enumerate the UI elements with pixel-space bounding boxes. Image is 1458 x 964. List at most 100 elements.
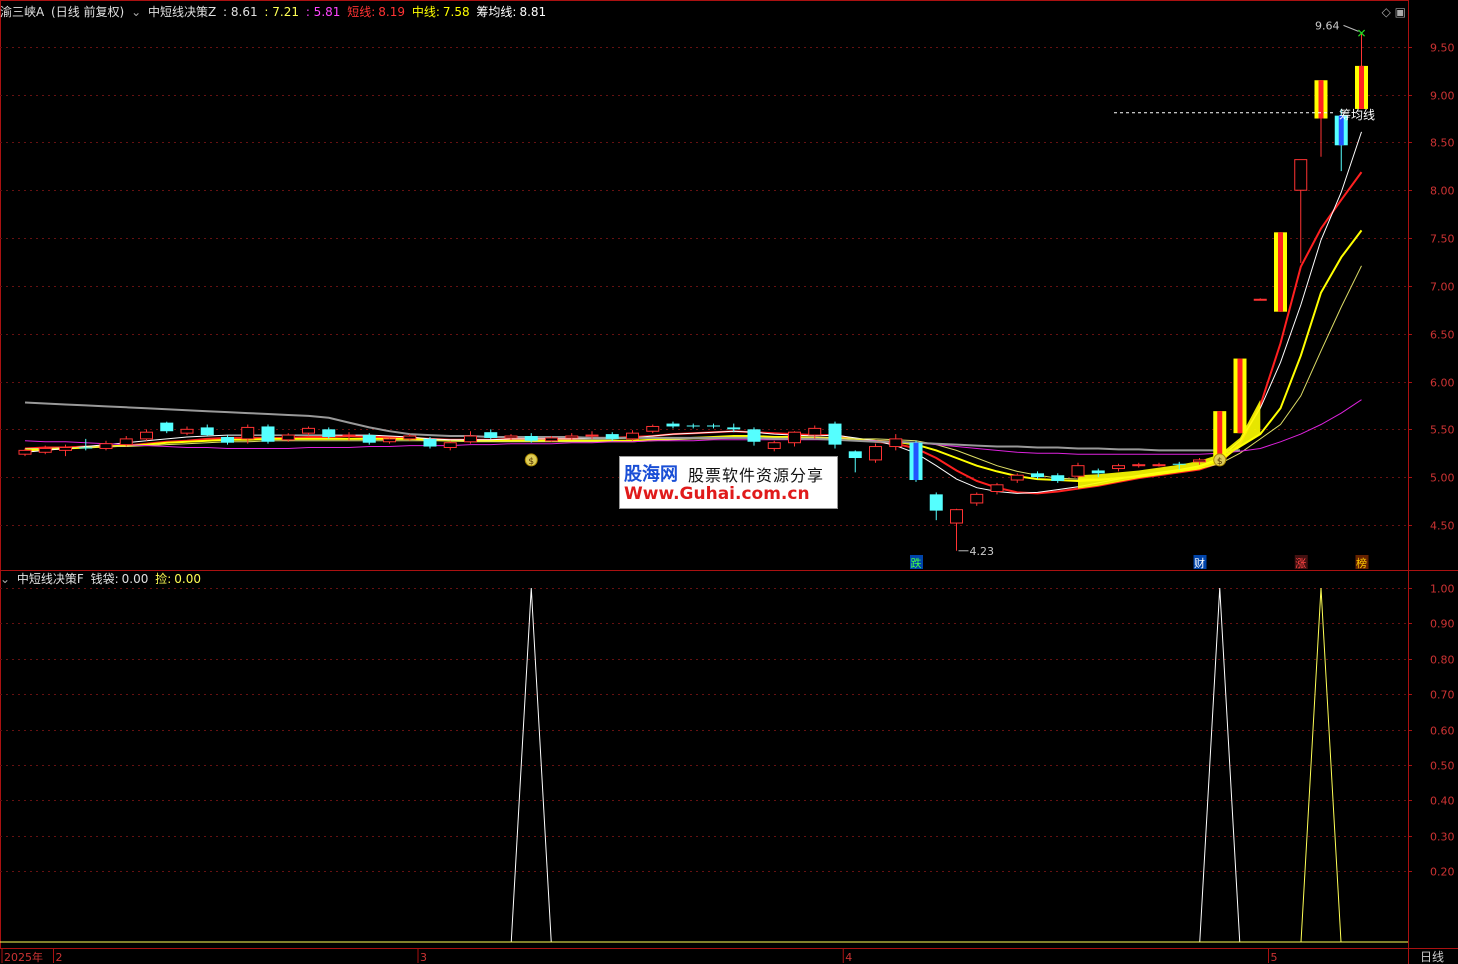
signal-marker: 涨 <box>1295 557 1306 570</box>
candle-body-down <box>1172 463 1186 465</box>
sub-y-tick-label: 0.70 <box>1430 689 1455 702</box>
candle-body-up <box>504 435 518 439</box>
pick-label: 捡: <box>155 572 172 586</box>
ma-line-0 <box>24 171 1363 495</box>
candle-body-down <box>747 429 761 442</box>
candle-body-down <box>1051 475 1065 481</box>
candle-body-up <box>18 449 32 455</box>
candle-body-down <box>828 423 842 445</box>
candle-body-up <box>99 443 113 449</box>
candle-body-up <box>808 427 822 436</box>
candle-body-up <box>1112 465 1125 470</box>
signal-marker: 跌 <box>911 556 922 570</box>
stock-title[interactable]: 渝三峡A <box>0 5 44 19</box>
ma-line-1 <box>24 229 1363 483</box>
candle-body-down <box>1031 473 1044 478</box>
candle-body-up <box>646 425 660 432</box>
candle-body-up <box>140 431 153 440</box>
cost-line-label: 筹均线: <box>476 5 517 19</box>
candle-body-up <box>889 438 903 448</box>
candle-body-up <box>788 431 801 444</box>
candle-body-up <box>767 442 781 449</box>
high-star-icon: ✕ <box>1356 26 1366 40</box>
watermark-tagline: 股票软件资源分享 <box>688 466 825 485</box>
candle-body-up <box>1193 459 1206 463</box>
signal-marker: 榜 <box>1356 556 1367 570</box>
candle-body-down <box>707 425 720 427</box>
trend-band <box>1078 399 1261 489</box>
candle-body-down <box>484 432 498 438</box>
candle-body-up <box>383 438 396 443</box>
candle-body-up <box>1010 474 1024 481</box>
candle-core <box>1217 411 1223 461</box>
sub-toggle-icon[interactable]: ⌄ <box>0 572 10 586</box>
value-1: : 8.61 <box>223 5 258 19</box>
candle-core <box>913 442 919 481</box>
candle-body-up <box>1071 465 1085 477</box>
signal-marker: 财 <box>1194 556 1205 570</box>
panel-control-icons[interactable]: ◇ ▣ <box>1382 5 1406 19</box>
x-tick-label: 2 <box>56 951 63 964</box>
candle-body-down <box>524 436 538 441</box>
money-bag-glyph: $ <box>528 457 534 467</box>
candle-body-up <box>869 446 882 461</box>
candle-body-down <box>160 422 174 432</box>
candle-body-up <box>38 447 52 453</box>
short-line-value: 8.19 <box>378 5 405 19</box>
y-tick-label: 7.00 <box>1430 281 1455 294</box>
candle-body-up <box>585 434 599 437</box>
cost-line-label: 筹均线 <box>1339 108 1375 122</box>
y-tick-label: 8.00 <box>1430 185 1455 198</box>
candle-body-down <box>423 438 437 447</box>
x-tick-label: 4 <box>845 951 852 964</box>
candle-body-up <box>626 432 639 440</box>
y-tick-label: 9.50 <box>1430 42 1455 55</box>
period-label: (日线 前复权) <box>51 5 125 19</box>
y-tick-label: 7.50 <box>1430 233 1455 246</box>
sub-y-tick-label: 0.50 <box>1430 760 1455 773</box>
ma-line-3 <box>25 265 1362 480</box>
sub-y-tick-label: 0.20 <box>1430 866 1455 879</box>
y-tick-label: 5.50 <box>1430 424 1455 437</box>
mid-line-label: 中线: <box>411 5 440 19</box>
candle-body-up <box>970 493 984 504</box>
indicator-toggle-icon[interactable]: ⌄ <box>131 5 141 19</box>
candle-body-down <box>686 425 700 427</box>
candle-body-up <box>990 484 1004 492</box>
candle-body-down <box>362 435 376 443</box>
watermark-url: Www.Guhai.com.cn <box>624 484 810 504</box>
sub-y-tick-label: 0.40 <box>1430 795 1455 808</box>
sub-y-tick-label: 0.90 <box>1430 618 1455 631</box>
period-label-axis: 日线 <box>1420 950 1444 964</box>
x-tick-label: 3 <box>420 951 427 964</box>
candle-body-down <box>79 447 93 449</box>
candle-body-down <box>261 426 275 442</box>
y-tick-label: 6.00 <box>1430 377 1455 390</box>
candle-body-up <box>59 446 72 451</box>
sub-panel-header: ⌄ 中短线决策F 钱袋: 0.00 捡: 0.00 <box>0 569 204 589</box>
candle-body-up <box>950 509 963 524</box>
short-line-label: 短线: <box>347 5 376 19</box>
candle-body-up <box>119 438 133 446</box>
candle-body-up <box>1132 464 1146 467</box>
candle-body-down <box>1091 470 1105 474</box>
y-tick-label: 5.00 <box>1430 472 1455 485</box>
candle-body-up <box>545 437 558 442</box>
y-tick-label: 9.00 <box>1430 90 1455 103</box>
low-price-label: 4.23 <box>970 545 995 558</box>
candle-body-down <box>666 423 680 427</box>
indicator-name[interactable]: 中短线决策Z <box>148 5 216 19</box>
main-panel-header: 渝三峡A (日线 前复权) ⌄ 中短线决策Z : 8.61 : 7.21 : 5… <box>0 2 549 22</box>
x-tick-label: 2025年 <box>4 950 43 964</box>
sub-y-tick-label: 0.60 <box>1430 725 1455 738</box>
candle-body-up <box>1152 464 1166 467</box>
candle-body-up <box>180 428 194 434</box>
sub-indicator-name[interactable]: 中短线决策F <box>17 572 84 586</box>
candle-body-down <box>929 494 943 511</box>
money-bag-glyph: $ <box>1217 457 1223 467</box>
candle-body-up <box>241 426 255 440</box>
candle-body-up <box>464 435 477 443</box>
bag-value: 0.00 <box>121 572 149 586</box>
candle-body-down <box>727 427 741 430</box>
x-tick-label: 5 <box>1271 951 1278 964</box>
